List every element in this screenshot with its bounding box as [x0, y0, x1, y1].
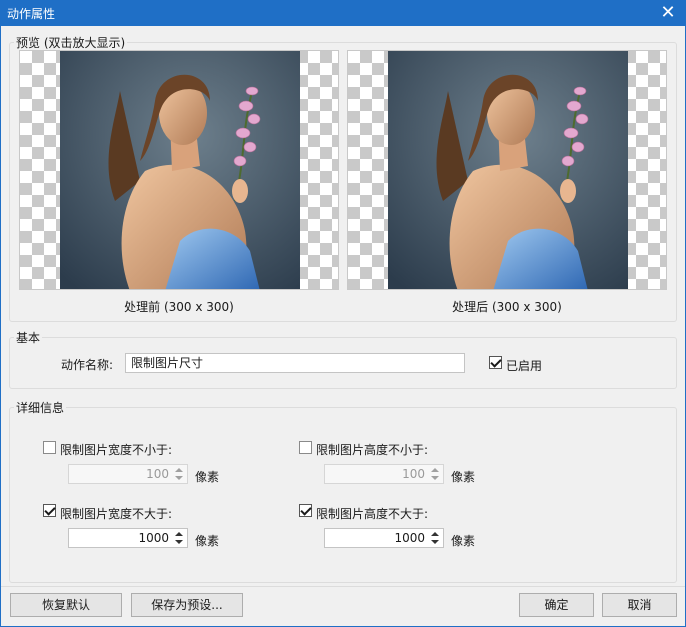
restore-default-button[interactable]: 恢复默认	[10, 593, 122, 617]
min-height-label: 限制图片高度不小于:	[316, 443, 429, 457]
before-caption: 处理前 (300 x 300)	[124, 300, 234, 314]
after-caption: 处理后 (300 x 300)	[452, 300, 562, 314]
action-name-label: 动作名称:	[61, 358, 114, 372]
spin-arrows-icon[interactable]	[173, 530, 185, 546]
spin-arrows-icon[interactable]	[429, 530, 441, 546]
min-height-value: 100	[402, 467, 425, 481]
min-width-label: 限制图片宽度不小于:	[60, 443, 173, 457]
max-width-spinbox[interactable]: 1000	[68, 528, 188, 548]
max-width-unit: 像素	[195, 534, 220, 548]
action-name-input[interactable]: 限制图片尺寸	[125, 353, 465, 373]
cancel-button[interactable]: 取消	[602, 593, 677, 617]
before-image	[60, 51, 300, 289]
basic-group-label: 基本	[16, 331, 41, 345]
after-image	[388, 51, 628, 289]
max-width-label: 限制图片宽度不大于:	[60, 507, 173, 521]
min-width-unit: 像素	[195, 470, 220, 484]
max-height-spinbox[interactable]: 1000	[324, 528, 444, 548]
max-width-checkbox[interactable]	[43, 504, 56, 517]
spin-arrows-icon[interactable]	[429, 466, 441, 482]
details-group-label: 详细信息	[16, 401, 65, 415]
footer-divider	[1, 586, 685, 587]
details-group: 详细信息	[9, 399, 677, 583]
min-width-spinbox[interactable]: 100	[68, 464, 188, 484]
max-height-value: 1000	[394, 531, 425, 545]
ok-button[interactable]: 确定	[519, 593, 594, 617]
max-width-value: 1000	[138, 531, 169, 545]
window-title: 动作属性	[7, 7, 56, 21]
min-height-checkbox[interactable]	[299, 441, 312, 454]
max-height-unit: 像素	[451, 534, 476, 548]
min-height-unit: 像素	[451, 470, 476, 484]
save-preset-button[interactable]: 保存为预设...	[131, 593, 243, 617]
close-icon[interactable]: ✕	[658, 3, 678, 23]
preview-group-label: 预览 (双击放大显示)	[16, 36, 126, 50]
enabled-label: 已启用	[506, 359, 543, 373]
min-height-spinbox[interactable]: 100	[324, 464, 444, 484]
max-height-checkbox[interactable]	[299, 504, 312, 517]
dialog-body: 预览 (双击放大显示) 处理前 (300 x 300) 处理后 (300 x 3…	[1, 26, 685, 626]
min-width-checkbox[interactable]	[43, 441, 56, 454]
title-bar: 动作属性 ✕	[0, 0, 686, 26]
min-width-value: 100	[146, 467, 169, 481]
spin-arrows-icon[interactable]	[173, 466, 185, 482]
preview-after[interactable]	[347, 50, 667, 290]
enabled-checkbox[interactable]	[489, 356, 502, 369]
preview-before[interactable]	[19, 50, 339, 290]
max-height-label: 限制图片高度不大于:	[316, 507, 429, 521]
